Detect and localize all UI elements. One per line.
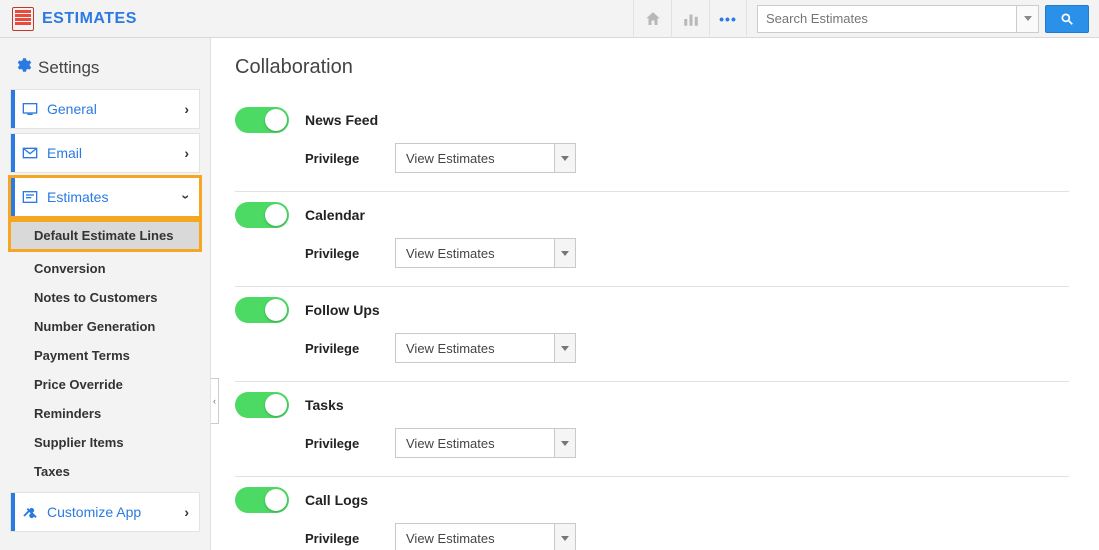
- search-button[interactable]: [1045, 5, 1089, 33]
- section-title: Tasks: [305, 397, 344, 413]
- sub-item-reminders[interactable]: Reminders: [10, 399, 200, 428]
- privilege-select-follow-ups[interactable]: View Estimates: [395, 333, 555, 363]
- email-icon: [21, 147, 39, 159]
- toggle-calendar[interactable]: [235, 202, 289, 228]
- privilege-label: Privilege: [305, 341, 395, 356]
- privilege-label: Privilege: [305, 246, 395, 261]
- gear-icon: [14, 56, 32, 79]
- chevron-right-icon: ›: [184, 145, 189, 161]
- page-title: Collaboration: [235, 56, 1099, 79]
- toggle-tasks[interactable]: [235, 392, 289, 418]
- section-tasks: Tasks Privilege View Estimates: [235, 382, 1069, 477]
- chevron-down-icon: ›: [179, 195, 195, 200]
- chevron-down-icon[interactable]: [554, 143, 576, 173]
- chevron-down-icon[interactable]: [554, 333, 576, 363]
- settings-title: Settings: [38, 58, 99, 78]
- main-content: Collaboration News Feed Privilege View E…: [211, 38, 1099, 550]
- sub-item-conversion[interactable]: Conversion: [10, 254, 200, 283]
- estimates-icon: [21, 190, 39, 204]
- search-dropdown-caret[interactable]: [1017, 5, 1039, 33]
- chevron-down-icon[interactable]: [554, 238, 576, 268]
- privilege-label: Privilege: [305, 151, 395, 166]
- search-input[interactable]: [757, 5, 1017, 33]
- section-title: Calendar: [305, 207, 365, 223]
- home-icon[interactable]: [633, 0, 671, 38]
- privilege-select-call-logs[interactable]: View Estimates: [395, 523, 555, 550]
- sub-item-price-override[interactable]: Price Override: [10, 370, 200, 399]
- sub-item-payment-terms[interactable]: Payment Terms: [10, 341, 200, 370]
- section-news-feed: News Feed Privilege View Estimates: [235, 97, 1069, 192]
- chevron-down-icon[interactable]: [554, 428, 576, 458]
- section-call-logs: Call Logs Privilege View Estimates: [235, 477, 1069, 550]
- sidebar: Settings General › Email ›: [0, 38, 211, 550]
- privilege-select-tasks[interactable]: View Estimates: [395, 428, 555, 458]
- nav-label: Email: [47, 145, 82, 161]
- section-calendar: Calendar Privilege View Estimates: [235, 192, 1069, 287]
- sub-item-notes-to-customers[interactable]: Notes to Customers: [10, 283, 200, 312]
- section-title: Follow Ups: [305, 302, 380, 318]
- chevron-right-icon: ›: [184, 504, 189, 520]
- general-icon: [21, 102, 39, 116]
- chevron-down-icon[interactable]: [554, 523, 576, 550]
- chart-icon[interactable]: [671, 0, 709, 38]
- nav-label: General: [47, 101, 97, 117]
- privilege-select-news-feed[interactable]: View Estimates: [395, 143, 555, 173]
- section-title: Call Logs: [305, 492, 368, 508]
- privilege-label: Privilege: [305, 531, 395, 546]
- estimates-sub-list: Default Estimate Lines Conversion Notes …: [10, 221, 200, 486]
- nav-item-customize-app[interactable]: Customize App ›: [10, 492, 200, 532]
- sub-item-default-estimate-lines[interactable]: Default Estimate Lines: [10, 221, 200, 250]
- more-icon[interactable]: •••: [709, 0, 747, 38]
- nav-label: Estimates: [47, 189, 108, 205]
- nav-item-email[interactable]: Email ›: [10, 133, 200, 173]
- nav-item-general[interactable]: General ›: [10, 89, 200, 129]
- section-title: News Feed: [305, 112, 378, 128]
- section-follow-ups: Follow Ups Privilege View Estimates: [235, 287, 1069, 382]
- settings-heading: Settings: [10, 50, 200, 89]
- nav-label: Customize App: [47, 504, 141, 520]
- app-title: ESTIMATES: [42, 10, 137, 28]
- privilege-label: Privilege: [305, 436, 395, 451]
- nav-item-estimates[interactable]: Estimates ›: [10, 177, 200, 217]
- toggle-follow-ups[interactable]: [235, 297, 289, 323]
- sub-item-taxes[interactable]: Taxes: [10, 457, 200, 486]
- toggle-call-logs[interactable]: [235, 487, 289, 513]
- sub-item-number-generation[interactable]: Number Generation: [10, 312, 200, 341]
- sidebar-collapse-handle[interactable]: ‹: [211, 378, 219, 424]
- sub-item-supplier-items[interactable]: Supplier Items: [10, 428, 200, 457]
- app-logo-icon: [12, 7, 34, 31]
- privilege-select-calendar[interactable]: View Estimates: [395, 238, 555, 268]
- toggle-news-feed[interactable]: [235, 107, 289, 133]
- top-bar: ESTIMATES •••: [0, 0, 1099, 38]
- tools-icon: [21, 504, 39, 520]
- chevron-right-icon: ›: [184, 101, 189, 117]
